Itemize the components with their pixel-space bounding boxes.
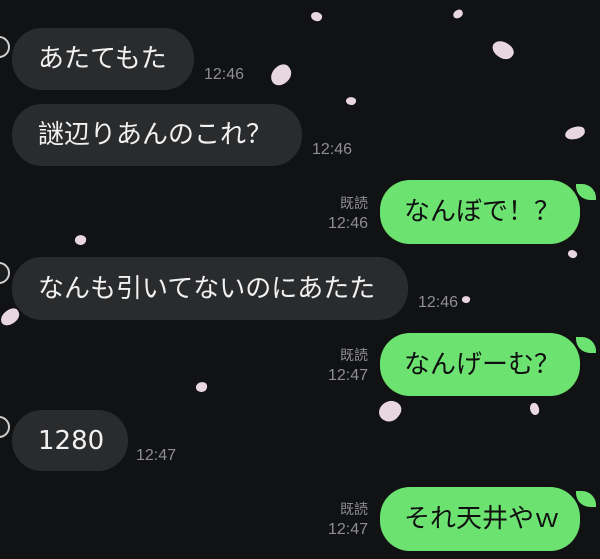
message-bubble-incoming[interactable]: 1280 — [12, 410, 128, 471]
message-meta: 既読 12:47 — [310, 502, 368, 540]
message-text: なんぼで！？ — [404, 197, 561, 227]
petal-decoration — [489, 36, 517, 64]
bubble-tail — [576, 184, 596, 200]
message-bubble-incoming[interactable]: 謎辺りあんのこれ？ — [12, 104, 302, 166]
petal-decoration — [461, 294, 471, 305]
message-time: 12:47 — [327, 366, 368, 384]
read-receipt: 既読 — [340, 348, 368, 364]
message-meta: 既読 12:46 — [310, 196, 368, 234]
message-time: 12:47 — [327, 520, 368, 538]
chat-view: あたてもた 12:46 謎辺りあんのこれ？ 12:46 既読 12:46 なんぼ… — [0, 0, 600, 559]
petal-decoration — [309, 9, 324, 24]
message-text: なんも引いてないのにあたた — [38, 273, 376, 304]
message-time: 12:47 — [136, 447, 177, 464]
read-receipt: 既読 — [340, 196, 368, 212]
message-bubble-outgoing[interactable]: なんげーむ？ — [380, 333, 580, 396]
message-text: それ天井やｗ — [404, 504, 561, 534]
petal-decoration — [266, 61, 296, 89]
petal-decoration — [375, 396, 405, 426]
avatar[interactable] — [0, 262, 10, 284]
message-text: あたてもた — [38, 44, 167, 74]
petal-decoration — [195, 381, 208, 393]
message-bubble-incoming[interactable]: あたてもた — [12, 28, 194, 90]
message-text: 謎辺りあんのこれ？ — [38, 120, 273, 150]
avatar[interactable] — [0, 416, 10, 438]
read-receipt: 既読 — [340, 502, 368, 518]
petal-decoration — [564, 125, 586, 141]
bubble-tail — [576, 337, 596, 353]
message-time: 12:46 — [418, 294, 459, 311]
message-text: 1280 — [38, 425, 105, 456]
message-text: なんげーむ？ — [404, 349, 561, 380]
petal-decoration — [527, 401, 542, 417]
petal-decoration — [345, 95, 357, 107]
petal-decoration — [451, 8, 465, 20]
petal-decoration — [566, 247, 579, 261]
message-bubble-outgoing[interactable]: なんぼで！？ — [380, 180, 580, 244]
bubble-tail — [576, 491, 596, 507]
message-time: 12:46 — [312, 141, 353, 158]
message-bubble-outgoing[interactable]: それ天井やｗ — [380, 487, 580, 551]
message-meta: 既読 12:47 — [310, 348, 368, 386]
petal-decoration — [73, 233, 88, 247]
message-time: 12:46 — [204, 66, 245, 83]
message-time: 12:46 — [327, 214, 368, 232]
avatar[interactable] — [0, 36, 10, 58]
message-bubble-incoming[interactable]: なんも引いてないのにあたた — [12, 257, 408, 320]
